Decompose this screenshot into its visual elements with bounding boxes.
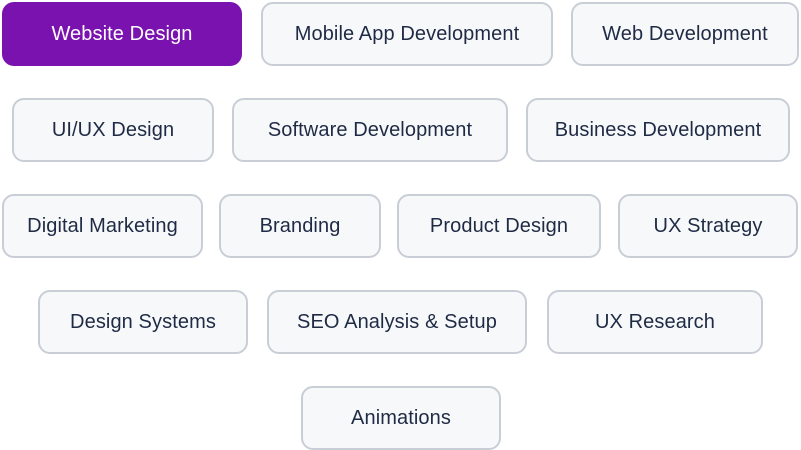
- tag-animations[interactable]: Animations: [301, 386, 501, 450]
- tag-mobile-app-development[interactable]: Mobile App Development: [261, 2, 553, 66]
- tag-ux-strategy[interactable]: UX Strategy: [618, 194, 798, 258]
- tag-product-design[interactable]: Product Design: [397, 194, 601, 258]
- tag-ux-research[interactable]: UX Research: [547, 290, 763, 354]
- tag-digital-marketing[interactable]: Digital Marketing: [2, 194, 203, 258]
- tag-design-systems[interactable]: Design Systems: [38, 290, 248, 354]
- tag-ui-ux-design[interactable]: UI/UX Design: [12, 98, 214, 162]
- tag-software-development[interactable]: Software Development: [232, 98, 508, 162]
- tag-branding[interactable]: Branding: [219, 194, 381, 258]
- tag-seo-analysis-setup[interactable]: SEO Analysis & Setup: [267, 290, 527, 354]
- tag-business-development[interactable]: Business Development: [526, 98, 790, 162]
- tag-website-design[interactable]: Website Design: [2, 2, 242, 66]
- tag-web-development[interactable]: Web Development: [571, 2, 799, 66]
- service-tag-group: Website Design Mobile App Development We…: [0, 0, 801, 450]
